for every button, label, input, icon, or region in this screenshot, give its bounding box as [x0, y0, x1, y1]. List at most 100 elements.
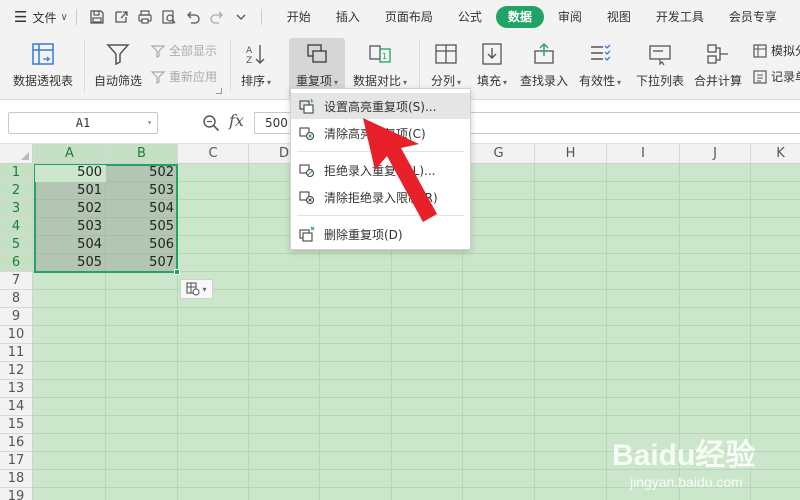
fill-handle[interactable]	[174, 269, 180, 275]
cell-a4[interactable]: 503	[34, 218, 106, 236]
svg-text:A: A	[246, 46, 253, 56]
cell-a5[interactable]: 504	[34, 236, 106, 254]
compare-icon: 1	[366, 40, 394, 68]
print-button[interactable]	[133, 5, 157, 29]
split-column-icon	[432, 40, 460, 68]
divider	[260, 9, 262, 25]
tab-formulas[interactable]: 公式	[447, 6, 493, 28]
column-header-c[interactable]: C	[178, 144, 249, 164]
print-preview-button[interactable]	[157, 5, 181, 29]
column-header-a[interactable]: A	[34, 144, 106, 164]
row-header-16[interactable]: 16	[0, 434, 33, 452]
name-box[interactable]: A1 ▾	[8, 112, 158, 134]
row-header-11[interactable]: 11	[0, 344, 33, 362]
select-all-corner[interactable]	[0, 144, 33, 164]
dialog-launcher-icon[interactable]	[216, 88, 222, 94]
show-all-button[interactable]: 全部显示	[150, 42, 217, 59]
name-box-value: A1	[75, 116, 91, 130]
pivot-table-button[interactable]: 数据透视表	[10, 40, 76, 89]
column-header-b[interactable]: B	[106, 144, 178, 164]
autofilter-button[interactable]: 自动筛选	[92, 40, 144, 89]
tab-view[interactable]: 视图	[596, 6, 642, 28]
tab-developer[interactable]: 开发工具	[645, 6, 715, 28]
tab-home[interactable]: 开始	[276, 6, 322, 28]
row-header-3[interactable]: 3	[0, 200, 33, 218]
row-header-4[interactable]: 4	[0, 218, 33, 236]
row-header-1[interactable]: 1	[0, 164, 33, 182]
row-header-5[interactable]: 5	[0, 236, 33, 254]
row-header-18[interactable]: 18	[0, 470, 33, 488]
record-form-button[interactable]: 记录单	[752, 68, 800, 85]
fill-button[interactable]: 填充 ▾	[474, 40, 510, 89]
column-header-g[interactable]: G	[463, 144, 535, 164]
row-header-17[interactable]: 17	[0, 452, 33, 470]
cell-b3[interactable]: 504	[106, 200, 178, 218]
dropdown-list-button[interactable]: 下拉列表	[634, 40, 686, 89]
simulate-analysis-button[interactable]: 模拟分	[752, 42, 800, 59]
chevron-down-icon: ∨	[60, 11, 68, 23]
row-header-8[interactable]: 8	[0, 290, 33, 308]
gridline	[33, 289, 800, 290]
column-header-j[interactable]: J	[680, 144, 751, 164]
cell-b1[interactable]: 502	[106, 164, 178, 182]
quick-analysis-button[interactable]: ▾	[180, 279, 213, 299]
cell-b5[interactable]: 506	[106, 236, 178, 254]
cell-b4[interactable]: 505	[106, 218, 178, 236]
cell-b2[interactable]: 503	[106, 182, 178, 200]
simulate-label: 模拟分	[771, 44, 800, 58]
tab-page-layout[interactable]: 页面布局	[374, 6, 444, 28]
row-header-9[interactable]: 9	[0, 308, 33, 326]
chevron-down-icon[interactable]: ▾	[147, 113, 152, 133]
cell-a3[interactable]: 502	[34, 200, 106, 218]
row-header-6[interactable]: 6	[0, 254, 33, 272]
redo-icon	[210, 11, 223, 24]
merge-calc-button[interactable]: 合并计算	[692, 40, 744, 89]
row-header-7[interactable]: 7	[0, 272, 33, 290]
zoom-icon[interactable]	[202, 114, 220, 132]
column-header-h[interactable]: H	[535, 144, 607, 164]
reapply-button[interactable]: 重新应用	[150, 68, 217, 85]
chevron-down-icon: ▾	[202, 284, 207, 294]
refresh-filter-icon	[150, 70, 166, 84]
duplicates-label: 重复项 ▾	[295, 74, 339, 88]
tab-insert[interactable]: 插入	[325, 6, 371, 28]
red-arrow-annotation	[363, 118, 437, 222]
cell-a6[interactable]: 505	[34, 254, 106, 272]
row-header-15[interactable]: 15	[0, 416, 33, 434]
gridline	[33, 307, 800, 308]
insert-function-icon[interactable]: fx	[229, 111, 244, 130]
row-header-10[interactable]: 10	[0, 326, 33, 344]
cell-a2[interactable]: 501	[34, 182, 106, 200]
tab-member[interactable]: 会员专享	[718, 6, 788, 28]
cell-a1[interactable]: 500	[34, 164, 106, 182]
tab-review[interactable]: 审阅	[547, 6, 593, 28]
cell-b6[interactable]: 507	[106, 254, 178, 272]
validity-button[interactable]: 有效性 ▾	[578, 40, 622, 89]
watermark-url: jingyan.baidu.com	[630, 474, 743, 490]
sort-button[interactable]: AZ 排序 ▾	[238, 40, 274, 89]
row-header-13[interactable]: 13	[0, 380, 33, 398]
save-button[interactable]	[85, 5, 109, 29]
data-compare-button[interactable]: 1 数据对比 ▾	[350, 40, 410, 89]
reject-duplicates-icon	[299, 164, 315, 178]
row-header-14[interactable]: 14	[0, 398, 33, 416]
export-button[interactable]	[109, 5, 133, 29]
reapply-label: 重新应用	[169, 70, 218, 84]
undo-button[interactable]	[181, 5, 205, 29]
lookup-entry-button[interactable]: 查找录入	[518, 40, 570, 89]
tab-data[interactable]: 数据	[495, 6, 544, 28]
column-header-i[interactable]: I	[607, 144, 680, 164]
file-menu[interactable]: ☰ 文件 ∨	[0, 0, 68, 34]
row-header-12[interactable]: 12	[0, 362, 33, 380]
dropdown-list-icon	[646, 40, 674, 68]
svg-text:1: 1	[382, 52, 387, 61]
split-column-button[interactable]: 分列 ▾	[428, 40, 464, 89]
divider	[419, 40, 420, 92]
row-header-2[interactable]: 2	[0, 182, 33, 200]
baidu-jingyan-watermark: Baidu经验 jingyan.baidu.com	[612, 430, 800, 500]
redo-button[interactable]	[205, 5, 229, 29]
quick-access-more-button[interactable]	[229, 5, 253, 29]
column-header-k[interactable]: K	[751, 144, 800, 164]
row-header-19[interactable]: 19	[0, 488, 33, 500]
svg-text:Z: Z	[246, 56, 252, 66]
